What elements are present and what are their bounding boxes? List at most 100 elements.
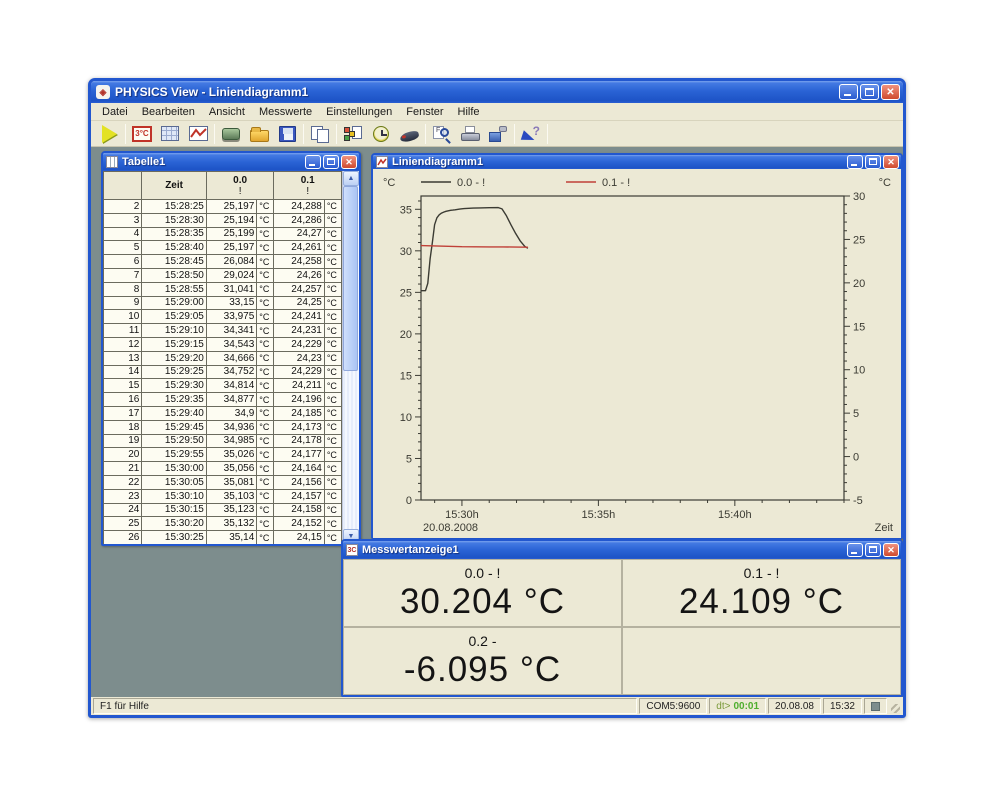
zoom-search-button[interactable]: F	[428, 122, 456, 146]
table-row[interactable]: 2315:30:1035,103°C24,157°C	[104, 489, 342, 503]
timer-button[interactable]	[367, 122, 395, 146]
table-cell: 9	[104, 296, 142, 310]
menu-datei[interactable]: Datei	[95, 104, 135, 120]
chart-minimize-button[interactable]	[847, 155, 863, 169]
table-view-button[interactable]	[156, 122, 184, 146]
svg-text:30: 30	[853, 191, 865, 203]
scrollbar-thumb[interactable]	[343, 186, 358, 371]
table-cell: 12	[104, 337, 142, 351]
export-button[interactable]	[339, 122, 367, 146]
start-measurement-button[interactable]	[95, 122, 123, 146]
table-row[interactable]: 2615:30:2535,14°C24,15°C	[104, 531, 342, 544]
resize-grip[interactable]	[889, 698, 901, 714]
table-row[interactable]: 1515:29:3034,814°C24,211°C	[104, 379, 342, 393]
table-window-icon	[106, 156, 118, 168]
device-button[interactable]	[395, 122, 423, 146]
chart-window: Liniendiagramm1 ✕ °C0.0 - !0.1 - !°C0510…	[371, 153, 903, 539]
table-row[interactable]: 2415:30:1535,123°C24,158°C	[104, 503, 342, 517]
table-cell: 22	[104, 475, 142, 489]
table-cell: °C	[257, 337, 274, 351]
table-row[interactable]: 615:28:4526,084°C24,258°C	[104, 255, 342, 269]
table-row[interactable]: 715:28:5029,024°C24,26°C	[104, 268, 342, 282]
table-row[interactable]: 2115:30:0035,056°C24,164°C	[104, 462, 342, 476]
table-row[interactable]: 815:28:5531,041°C24,257°C	[104, 282, 342, 296]
table-row[interactable]: 515:28:4025,197°C24,261°C	[104, 241, 342, 255]
table-cell: 35,123	[206, 503, 256, 517]
line-chart-button[interactable]	[184, 122, 212, 146]
display-cell-00: 0.0 - ! 30.204 °C	[343, 559, 622, 627]
table-cell: 15:29:55	[142, 448, 207, 462]
open-folder-icon	[250, 130, 269, 142]
menu-ansicht[interactable]: Ansicht	[202, 104, 252, 120]
titlebar[interactable]: ◈ PHYSICS View - Liniendiagramm1 ✕	[91, 81, 903, 103]
display-minimize-button[interactable]	[847, 543, 863, 557]
table-cell: 24,158	[274, 503, 324, 517]
table-cell: 15:28:55	[142, 282, 207, 296]
table-row[interactable]: 1215:29:1534,543°C24,229°C	[104, 337, 342, 351]
table-row[interactable]: 1115:29:1034,341°C24,231°C	[104, 324, 342, 338]
display-close-button[interactable]: ✕	[883, 543, 899, 557]
module-button[interactable]	[217, 122, 245, 146]
table-row[interactable]: 2015:29:5535,026°C24,177°C	[104, 448, 342, 462]
menu-hilfe[interactable]: Hilfe	[451, 104, 487, 120]
table-row[interactable]: 1415:29:2534,752°C24,229°C	[104, 365, 342, 379]
svg-text:15:40h: 15:40h	[718, 509, 752, 521]
table-row[interactable]: 1615:29:3534,877°C24,196°C	[104, 393, 342, 407]
minimize-button[interactable]	[839, 84, 858, 100]
table-cell: 25,199	[206, 227, 256, 241]
table-row[interactable]: 315:28:3025,194°C24,286°C	[104, 213, 342, 227]
table-cell: 3	[104, 213, 142, 227]
save-file-button[interactable]	[273, 122, 301, 146]
table-row[interactable]: 2515:30:2035,132°C24,152°C	[104, 517, 342, 531]
table-row[interactable]: 1015:29:0533,975°C24,241°C	[104, 310, 342, 324]
print-button[interactable]	[456, 122, 484, 146]
table-row[interactable]: 415:28:3525,199°C24,27°C	[104, 227, 342, 241]
chart-maximize-button[interactable]	[865, 155, 881, 169]
table-row[interactable]: 1715:29:4034,9°C24,185°C	[104, 406, 342, 420]
table-cell: 15:29:25	[142, 365, 207, 379]
table-cell: 25	[104, 517, 142, 531]
table-cell: 24,288	[274, 200, 324, 214]
menu-einstellungen[interactable]: Einstellungen	[319, 104, 399, 120]
measurement-display-button[interactable]: 3°C	[128, 122, 156, 146]
display-maximize-button[interactable]	[865, 543, 881, 557]
table-cell: °C	[257, 393, 274, 407]
table-row[interactable]: 2215:30:0535,081°C24,156°C	[104, 475, 342, 489]
chart-window-titlebar[interactable]: Liniendiagramm1 ✕	[373, 155, 901, 169]
copy-button[interactable]	[306, 122, 334, 146]
table-cell: 24,261	[274, 241, 324, 255]
table-row[interactable]: 1915:29:5034,985°C24,178°C	[104, 434, 342, 448]
table-cell: °C	[324, 406, 341, 420]
table-cell: 29,024	[206, 268, 256, 282]
table-minimize-button[interactable]	[305, 155, 321, 169]
menu-fenster[interactable]: Fenster	[399, 104, 450, 120]
table-cell: 14	[104, 365, 142, 379]
display-window-icon: 3C	[346, 544, 358, 556]
table-row[interactable]: 1815:29:4534,936°C24,173°C	[104, 420, 342, 434]
menu-bearbeiten[interactable]: Bearbeiten	[135, 104, 202, 120]
record-indicator-icon	[871, 702, 880, 711]
table-cell: 23	[104, 489, 142, 503]
table-cell: 15:30:10	[142, 489, 207, 503]
open-file-button[interactable]	[245, 122, 273, 146]
display-window-titlebar[interactable]: 3C Messwertanzeige1 ✕	[343, 541, 901, 559]
line-chart-plot[interactable]: °C0.0 - !0.1 - !°C05101520253035-5051015…	[373, 169, 901, 538]
connect-device-button[interactable]	[484, 122, 512, 146]
scroll-up-icon[interactable]: ▲	[343, 171, 359, 186]
table-maximize-button[interactable]	[323, 155, 339, 169]
table-row[interactable]: 1315:29:2034,666°C24,23°C	[104, 351, 342, 365]
table-window-titlebar[interactable]: Tabelle1 ✕	[103, 153, 359, 171]
table-cell: 24,257	[274, 282, 324, 296]
context-help-button[interactable]: ?	[517, 122, 545, 146]
menu-messwerte[interactable]: Messwerte	[252, 104, 319, 120]
table-row[interactable]: 915:29:0033,15°C24,25°C	[104, 296, 342, 310]
table-row[interactable]: 215:28:2525,197°C24,288°C	[104, 200, 342, 214]
table-cell: 15:29:10	[142, 324, 207, 338]
chart-close-button[interactable]: ✕	[883, 155, 899, 169]
status-com-port: COM5:9600	[639, 698, 707, 714]
table-close-button[interactable]: ✕	[341, 155, 357, 169]
close-button[interactable]: ✕	[881, 84, 900, 100]
table-cell: 15:30:25	[142, 531, 207, 544]
maximize-button[interactable]	[860, 84, 879, 100]
table-scrollbar[interactable]: ▲ ▼	[342, 171, 359, 544]
